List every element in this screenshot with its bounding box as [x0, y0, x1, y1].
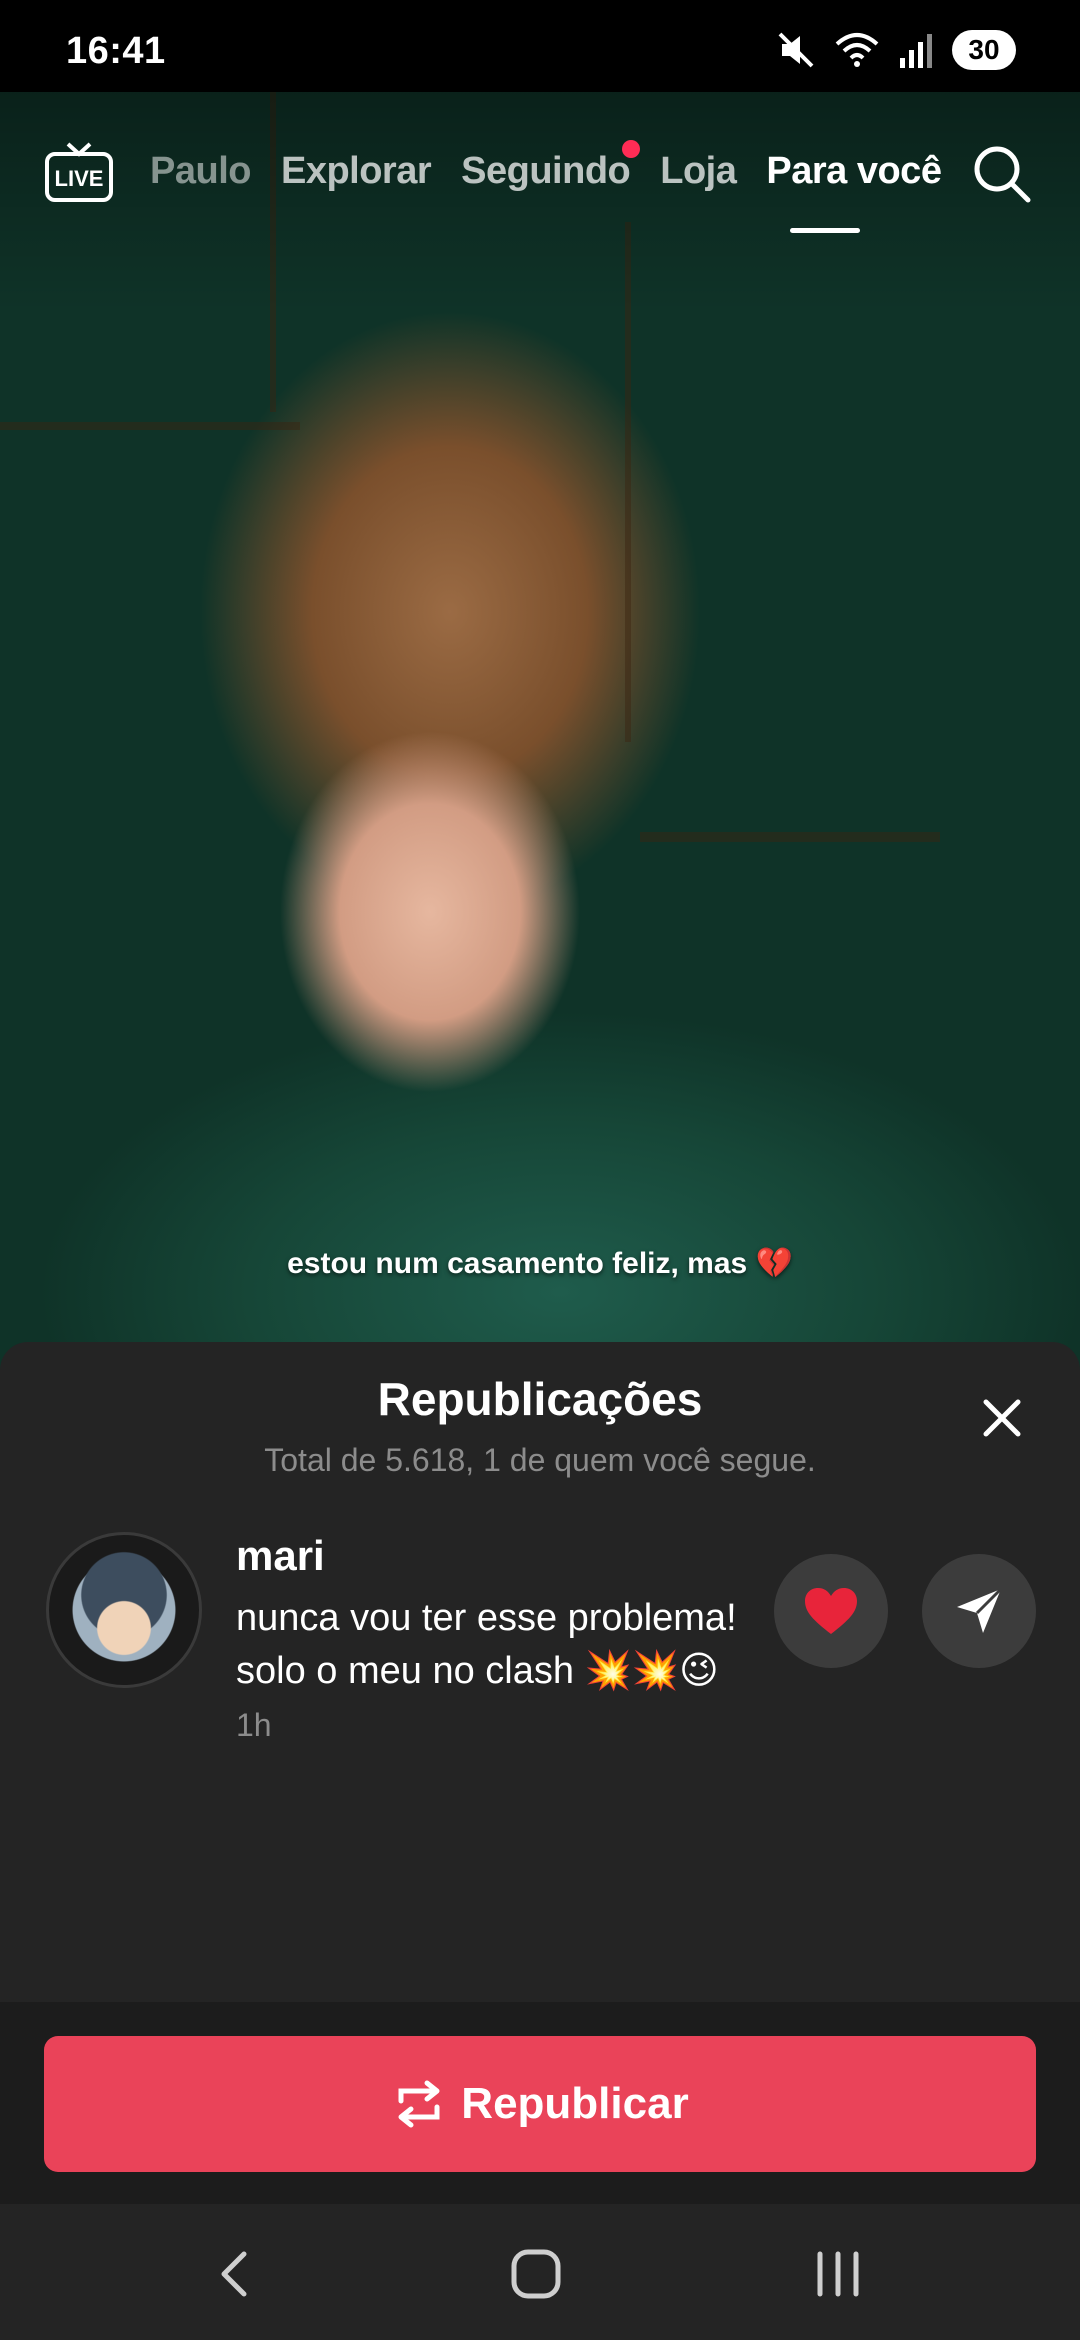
- repost-username[interactable]: mari: [236, 1532, 325, 1580]
- cabinet-edge: [640, 832, 940, 842]
- status-bar: 16:41 30: [0, 0, 1080, 92]
- send-icon: [957, 1587, 1003, 1633]
- battery-indicator: 30: [952, 30, 1016, 70]
- repost-icon: [398, 2080, 440, 2128]
- wifi-icon: [835, 33, 879, 67]
- repost-button[interactable]: Republicar: [44, 2036, 1036, 2172]
- repost-time: 1h: [236, 1707, 272, 1743]
- status-time: 16:41: [66, 30, 166, 72]
- sheet-title: Republicações: [377, 1373, 703, 1425]
- back-chevron-icon[interactable]: [206, 2244, 266, 2304]
- top-nav: LIVE: [0, 92, 1080, 252]
- heart-icon: [805, 1588, 857, 1634]
- avatar[interactable]: [46, 1532, 202, 1688]
- status-icons: 30: [776, 30, 1016, 70]
- cabinet-edge: [0, 422, 300, 430]
- live-label: LIVE: [55, 166, 104, 191]
- send-button[interactable]: [922, 1554, 1036, 1668]
- system-nav-bar: [0, 2204, 1080, 2340]
- home-icon[interactable]: [506, 2244, 566, 2304]
- live-tv-icon[interactable]: LIVE: [44, 140, 114, 204]
- repost-comment-text: nunca vou ter esse problema! solo o meu …: [236, 1597, 737, 1692]
- sheet-footer: Republicar: [0, 2002, 1080, 2204]
- repost-list-item[interactable]: mari nunca vou ter esse problema! solo o…: [0, 1532, 1080, 1772]
- repost-comment: nunca vou ter esse problema! solo o meu …: [236, 1592, 756, 1752]
- mute-icon: [778, 32, 814, 68]
- recents-icon[interactable]: [808, 2244, 868, 2304]
- sheet-subtitle: Total de 5.618, 1 de quem você segue.: [264, 1442, 816, 1478]
- video-caption: estou num casamento feliz, mas 💔: [287, 1247, 793, 1280]
- reposts-sheet: Republicações Total de 5.618, 1 de quem …: [0, 1342, 1080, 2002]
- repost-button-label: Republicar: [461, 2079, 689, 2128]
- screen: 16:41 30 LIVE Paulo Explorar Seguindo Lo…: [0, 0, 1080, 2340]
- close-icon[interactable]: [978, 1394, 1026, 1442]
- video-player[interactable]: [0, 92, 1080, 1402]
- signal-icon: [900, 34, 932, 68]
- like-button[interactable]: [774, 1554, 888, 1668]
